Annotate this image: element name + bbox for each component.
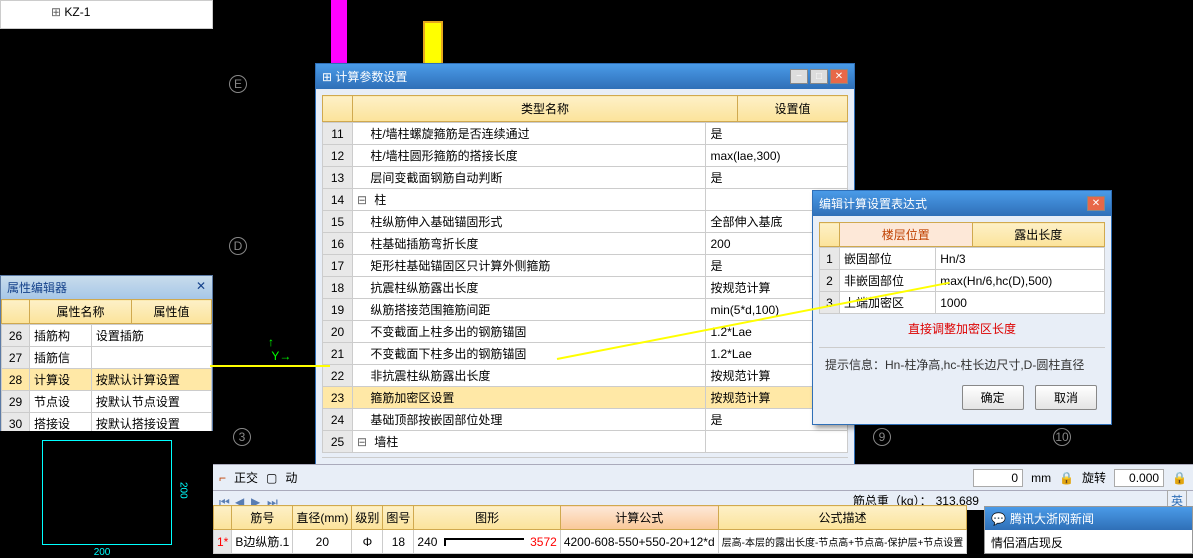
rebar-header[interactable]: 直径(mm) — [293, 506, 352, 530]
dialog-icon: ⊞ — [322, 70, 335, 84]
param-row[interactable]: 13 层间变截面钢筋自动判断是 — [323, 167, 848, 189]
param-row[interactable]: 11 柱/墙柱螺旋箍筋是否连续通过是 — [323, 123, 848, 145]
axis-9: 9 — [873, 428, 891, 446]
param-row[interactable]: 24 基础顶部按嵌固部位处理是 — [323, 409, 848, 431]
rebar-header[interactable]: 筋号 — [232, 506, 293, 530]
news-title: 💬 腾讯大浙网新闻 — [985, 507, 1192, 530]
lock-icon[interactable]: 🔒 — [1059, 471, 1074, 485]
prop-row[interactable]: 29节点设按默认节点设置 — [2, 391, 212, 413]
ortho-toggle[interactable]: 正交 — [234, 469, 258, 486]
ortho-icon[interactable]: ⌐ — [219, 471, 226, 485]
ok-button[interactable]: 确定 — [962, 385, 1024, 410]
cancel-button[interactable]: 取消 — [1035, 385, 1097, 410]
param-row[interactable]: 14⊟ 柱 — [323, 189, 848, 211]
property-editor-title: 属性编辑器 ✕ — [1, 276, 212, 299]
param-row[interactable]: 22 非抗震柱纵筋露出长度按规范计算 — [323, 365, 848, 387]
edit-hint: 提示信息：Hn-柱净高,hc-柱长边尺寸,D-圆柱直径 — [819, 347, 1105, 377]
rebar-row[interactable]: 1* B边纵筋.1 20 Φ 18 240 3572 4200-608-550+… — [214, 530, 967, 554]
axis-e: E — [229, 75, 247, 93]
axis-3: 3 — [233, 428, 251, 446]
tree-expand-icon[interactable]: ⊞ — [51, 6, 61, 20]
preview-panel: 200 200 — [0, 431, 213, 554]
param-table: 类型名称设置值 — [322, 95, 848, 122]
edit-row[interactable]: 1嵌固部位Hn/3 — [820, 248, 1105, 270]
connector-line-1 — [210, 365, 330, 367]
prop-row[interactable]: 26插筋构设置插筋 — [2, 325, 212, 347]
prop-row[interactable]: 28计算设按默认计算设置 — [2, 369, 212, 391]
news-icon: 💬 — [991, 512, 1006, 526]
news-item[interactable]: 情侣酒店现反 — [985, 530, 1192, 555]
tree-panel: ⊞ KZ-1 — [0, 0, 213, 29]
rebar-header[interactable]: 公式描述 — [718, 506, 967, 530]
rebar-header[interactable]: 图形 — [414, 506, 560, 530]
tree-item-kz1[interactable]: ⊞ KZ-1 — [1, 1, 212, 24]
param-row[interactable]: 15 柱纵筋伸入基础锚固形式全部伸入基底 — [323, 211, 848, 233]
angle-field[interactable]: 0.000 — [1114, 469, 1164, 487]
rebar-header[interactable]: 图号 — [383, 506, 414, 530]
status-bar: ⌐ 正交 ▢ 动 0 mm 🔒 旋转 0.000 🔒 — [213, 464, 1193, 490]
rebar-header[interactable]: 计算公式 — [560, 506, 718, 530]
close-icon[interactable]: ✕ — [830, 69, 848, 84]
param-row[interactable]: 18 抗震柱纵筋露出长度按规范计算 — [323, 277, 848, 299]
param-dialog-title[interactable]: ⊞ 计算参数设置 − □ ✕ — [316, 64, 854, 89]
dyn-toggle[interactable]: 动 — [285, 469, 297, 486]
news-panel: 💬 腾讯大浙网新闻 情侣酒店现反 — [984, 506, 1193, 554]
preview-box: 200 200 — [42, 440, 172, 545]
red-note: 直接调整加密区长度 — [819, 314, 1105, 343]
property-table: 属性名称属性值 — [1, 299, 212, 324]
dyn-icon[interactable]: ▢ — [266, 471, 277, 485]
param-row[interactable]: 12 柱/墙柱圆形箍筋的搭接长度max(lae,300) — [323, 145, 848, 167]
edit-dialog-title[interactable]: 编辑计算设置表达式 ✕ — [813, 191, 1111, 216]
edit-row[interactable]: 3上端加密区1000 — [820, 292, 1105, 314]
xy-arrow: ↑ Y→ — [268, 335, 291, 363]
edit-row[interactable]: 2非嵌固部位max(Hn/6,hc(D),500) — [820, 270, 1105, 292]
rebar-table: 筋号直径(mm)级别图号图形计算公式公式描述 1* B边纵筋.1 20 Φ 18… — [213, 505, 967, 554]
lock-icon-2[interactable]: 🔒 — [1172, 471, 1187, 485]
coord-field[interactable]: 0 — [973, 469, 1023, 487]
axis-d: D — [229, 237, 247, 255]
rebar-header[interactable] — [214, 506, 232, 530]
param-row[interactable]: 16 柱基础插筋弯折长度200 — [323, 233, 848, 255]
prop-row[interactable]: 27插筋信 — [2, 347, 212, 369]
param-row[interactable]: 23 箍筋加密区设置按规范计算 — [323, 387, 848, 409]
tree-item-label: KZ-1 — [64, 5, 90, 19]
close-icon[interactable]: ✕ — [196, 279, 206, 296]
edit-expression-dialog: 编辑计算设置表达式 ✕ 楼层位置露出长度 1嵌固部位Hn/32非嵌固部位max(… — [812, 190, 1112, 425]
rebar-header[interactable]: 级别 — [352, 506, 383, 530]
shape-cell: 240 3572 — [414, 530, 560, 554]
param-row[interactable]: 25⊟ 墙柱 — [323, 431, 848, 453]
param-row[interactable]: 20 不变截面上柱多出的钢筋锚固1.2*Lae — [323, 321, 848, 343]
edit-table: 楼层位置露出长度 — [819, 222, 1105, 247]
axis-10: 10 — [1053, 428, 1071, 446]
param-row[interactable]: 17 矩形柱基础锚固区只计算外侧箍筋是 — [323, 255, 848, 277]
maximize-icon[interactable]: □ — [810, 69, 828, 84]
close-icon[interactable]: ✕ — [1087, 196, 1105, 211]
minimize-icon[interactable]: − — [790, 69, 808, 84]
